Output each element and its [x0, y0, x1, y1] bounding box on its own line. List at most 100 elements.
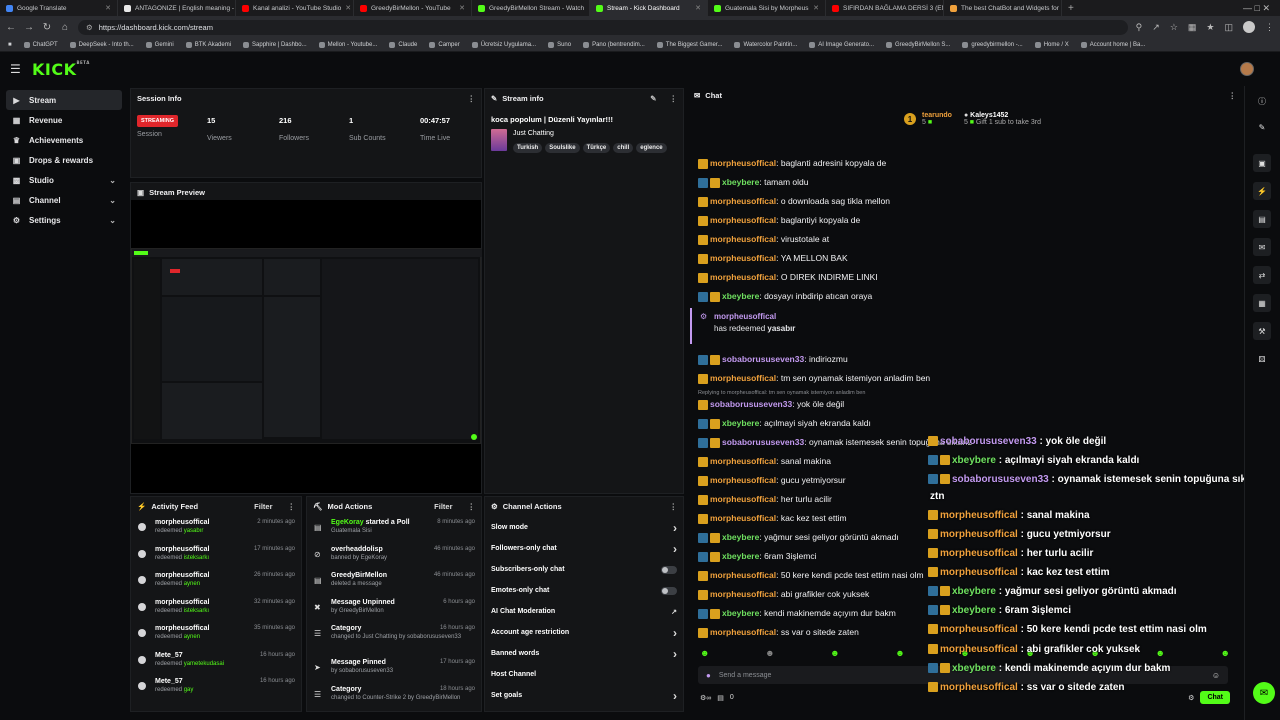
- points-icon[interactable]: ⚙∞: [700, 694, 711, 702]
- chat-username[interactable]: xbeybere: [722, 291, 759, 301]
- tag-chip[interactable]: chill: [613, 143, 634, 153]
- send-chat-button[interactable]: Chat: [1200, 691, 1230, 704]
- profile-avatar[interactable]: [1243, 21, 1255, 33]
- bookmark-star-icon[interactable]: ☆: [1170, 22, 1178, 33]
- channel-action-ai-chat-moderation[interactable]: AI Chat Moderation ↗: [485, 601, 683, 622]
- file-icon[interactable]: ▤: [1253, 210, 1271, 228]
- browser-tab[interactable]: SIFIRDAN BAĞLAMA DERSİ 3 (EN✕: [826, 0, 944, 16]
- sidebar-item-channel[interactable]: ▤ Channel ⌄: [6, 190, 122, 210]
- bookmark-item[interactable]: Pano (bentrendim...: [583, 41, 645, 48]
- chat-username[interactable]: xbeybere: [722, 177, 759, 187]
- stream-info-menu-icon[interactable]: ⋮: [670, 94, 678, 103]
- favorites-icon[interactable]: ★: [1206, 22, 1214, 33]
- bookmark-item[interactable]: Claude: [389, 41, 417, 48]
- channel-action-set-goals[interactable]: Set goals ›: [485, 685, 683, 706]
- tag-chip[interactable]: Turkish: [513, 143, 543, 153]
- bookmark-item[interactable]: Account home | Ba...: [1080, 41, 1145, 48]
- tab-close-icon[interactable]: ✕: [345, 4, 351, 12]
- chat-username[interactable]: xbeybere: [722, 551, 759, 561]
- chevron-down-icon[interactable]: ⌄: [109, 176, 116, 185]
- browser-tab[interactable]: Google Translate ✕: [0, 0, 118, 16]
- site-info-icon[interactable]: ⚙: [86, 23, 93, 32]
- info-icon[interactable]: ⓘ: [1253, 92, 1271, 110]
- collections-icon[interactable]: ◫: [1224, 22, 1233, 33]
- pencil-icon[interactable]: ✎: [1253, 118, 1271, 136]
- channel-action-emotes-only-chat[interactable]: Emotes-only chat: [485, 580, 683, 601]
- sidebar-item-stream[interactable]: ▶ Stream: [6, 90, 122, 110]
- sidebar-item-studio[interactable]: ▩ Studio ⌄: [6, 170, 122, 190]
- mod-action-user[interactable]: EgeKoray: [331, 519, 364, 526]
- top-user[interactable]: tearundo: [922, 112, 952, 119]
- menu-dots-icon[interactable]: ⋮: [1265, 22, 1274, 33]
- bookmark-item[interactable]: AI Image Generato...: [809, 41, 874, 48]
- activity-filter-button[interactable]: Filter: [254, 502, 272, 511]
- browser-tab[interactable]: The best ChatBot and Widgets for✕: [944, 0, 1062, 16]
- chat-username[interactable]: sobaborususeven33: [940, 436, 1037, 447]
- chat-username[interactable]: xbeybere: [952, 586, 996, 597]
- emote-icon[interactable]: ☻: [700, 648, 709, 658]
- arrows-icon[interactable]: ⇄: [1253, 266, 1271, 284]
- channel-action-account-age-restriction[interactable]: Account age restriction ›: [485, 622, 683, 643]
- sidebar-item-revenue[interactable]: ▦ Revenue: [6, 110, 122, 130]
- mod-action-user[interactable]: GreedyBirMellon: [331, 572, 387, 579]
- chat-username[interactable]: morpheusoffical: [940, 644, 1018, 655]
- chat-username[interactable]: morpheusoffical: [710, 570, 776, 580]
- chat-username[interactable]: sobaborususeven33: [710, 399, 792, 409]
- sidebar-item-drops[interactable]: ▣ Drops & rewards: [6, 150, 122, 170]
- tag-chip[interactable]: Türkçe: [582, 143, 611, 153]
- chat-username[interactable]: morpheusoffical: [710, 627, 776, 637]
- chat-username[interactable]: sobaborususeven33: [722, 354, 804, 364]
- chat-username[interactable]: xbeybere: [722, 532, 759, 542]
- mod-action-user[interactable]: Category: [331, 686, 361, 693]
- chat-menu-icon[interactable]: ⋮: [1229, 91, 1237, 100]
- emoji-picker-icon[interactable]: ☺: [1212, 671, 1220, 680]
- chat-username[interactable]: morpheusoffical: [710, 272, 776, 282]
- chat-username[interactable]: morpheusoffical: [940, 510, 1018, 521]
- chat-username[interactable]: morpheusoffical: [710, 494, 776, 504]
- back-icon[interactable]: ←: [6, 22, 16, 33]
- channel-action-followers-only-chat[interactable]: Followers-only chat ›: [485, 538, 683, 559]
- channel-action-banned-words[interactable]: Banned words ›: [485, 643, 683, 664]
- tab-close-icon[interactable]: ✕: [459, 4, 465, 12]
- tab-close-icon[interactable]: ✕: [105, 4, 111, 12]
- chat-username[interactable]: morpheusoffical: [940, 567, 1018, 578]
- flash-icon[interactable]: ⚡: [1253, 182, 1271, 200]
- bookmark-item[interactable]: Sapphire | Dashbo...: [243, 41, 307, 48]
- bookmark-item[interactable]: Gemini: [145, 41, 174, 48]
- bookmark-item[interactable]: Ücretsiz Uygulama...: [471, 41, 536, 48]
- chat-username[interactable]: sobaborususeven33: [952, 474, 1049, 485]
- chevron-down-icon[interactable]: ⌄: [109, 216, 116, 225]
- chat-username[interactable]: morpheusoffical: [710, 475, 776, 485]
- gift-user[interactable]: Kaleys1452: [970, 112, 1008, 119]
- chat-settings-icon[interactable]: ⚙: [1188, 694, 1194, 702]
- chat-username[interactable]: morpheusoffical: [710, 196, 776, 206]
- browser-tab[interactable]: ANTAGONIZE | English meaning -✕: [118, 0, 236, 16]
- emote-icon[interactable]: ☻: [1155, 648, 1164, 658]
- sidebar-item-achievements[interactable]: ♛ Achievements: [6, 130, 122, 150]
- bookmark-item[interactable]: Mellon - Youtube...: [318, 41, 377, 48]
- chat-username[interactable]: morpheusoffical: [940, 529, 1018, 540]
- url-field[interactable]: ⚙ https://dashboard.kick.com/stream: [78, 19, 1128, 35]
- bookmark-item[interactable]: Home / X: [1034, 41, 1069, 48]
- bookmark-item[interactable]: Camper: [429, 41, 460, 48]
- chat-icon[interactable]: ✉: [1253, 238, 1271, 256]
- hamburger-menu-icon[interactable]: ☰: [10, 62, 30, 76]
- channel-action-slow-mode[interactable]: Slow mode ›: [485, 517, 683, 538]
- chevron-right-icon[interactable]: ›: [673, 542, 677, 556]
- chevron-down-icon[interactable]: ⌄: [109, 196, 116, 205]
- browser-tab[interactable]: Stream - Kick Dashboard ✕: [590, 0, 708, 16]
- chat-username[interactable]: morpheusoffical: [710, 158, 776, 168]
- support-chat-button[interactable]: ✉: [1253, 682, 1275, 704]
- browser-tab[interactable]: Guatemala Sisi by Morpheus ✕: [708, 0, 826, 16]
- emote-icon[interactable]: ☻: [895, 648, 904, 658]
- chat-username[interactable]: morpheusoffical: [940, 682, 1018, 693]
- chat-username[interactable]: morpheusoffical: [710, 215, 776, 225]
- chat-username[interactable]: morpheusoffical: [710, 373, 776, 383]
- chat-username[interactable]: morpheusoffical: [710, 456, 776, 466]
- tab-close-icon[interactable]: ✕: [695, 4, 701, 12]
- chat-username[interactable]: xbeybere: [952, 455, 996, 466]
- activity-menu-icon[interactable]: ⋮: [288, 502, 296, 511]
- zoom-icon[interactable]: ⚲: [1136, 22, 1143, 33]
- trash-small-icon[interactable]: ▤: [717, 694, 724, 702]
- sidebar-item-settings[interactable]: ⚙ Settings ⌄: [6, 210, 122, 230]
